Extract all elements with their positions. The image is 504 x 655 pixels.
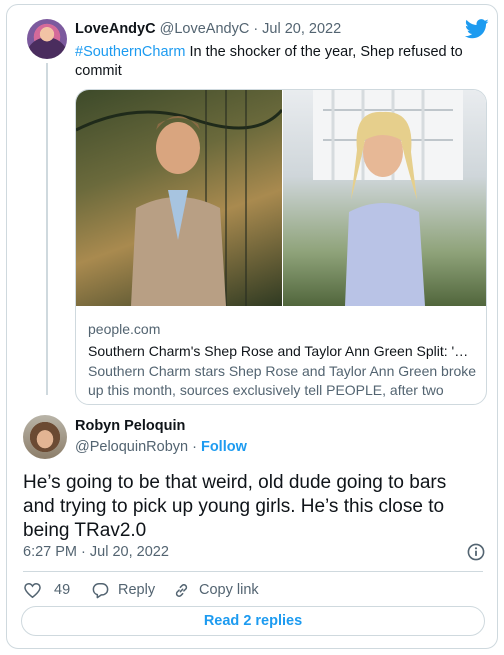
parent-tweet-header: LoveAndyC @LoveAndyC · Jul 20, 2022 xyxy=(75,19,341,39)
thread-line xyxy=(46,63,48,395)
parent-author-handle-date[interactable]: @LoveAndyC · Jul 20, 2022 xyxy=(160,21,342,37)
handle-separator: · xyxy=(188,439,201,455)
speech-bubble-icon xyxy=(92,582,109,598)
tweet-timestamp[interactable]: 6:27 PM · Jul 20, 2022 xyxy=(23,543,169,561)
reply-label: Reply xyxy=(118,582,156,598)
link-title: Southern Charm's Shep Rose and Taylor An… xyxy=(88,343,478,359)
main-author-name[interactable]: Robyn Peloquin xyxy=(75,417,185,436)
like-count: 49 xyxy=(54,582,71,598)
link-icon xyxy=(175,583,188,597)
main-tweet-text: He’s going to be that weird, old dude go… xyxy=(23,472,447,541)
twitter-bird-icon[interactable] xyxy=(465,19,489,39)
photo-right xyxy=(283,90,486,306)
parent-avatar[interactable] xyxy=(27,19,67,59)
link-preview-image xyxy=(76,90,486,306)
photo-left xyxy=(76,90,284,306)
action-divider xyxy=(23,571,483,572)
parent-tweet-text: #SouthernCharm In the shocker of the yea… xyxy=(75,43,485,81)
link-domain: people.com xyxy=(88,321,161,337)
follow-button[interactable]: Follow xyxy=(201,439,247,455)
main-author-handle[interactable]: @PeloquinRobyn xyxy=(75,439,188,455)
heart-icon xyxy=(24,582,41,598)
main-author-handle-row: @PeloquinRobyn · Follow xyxy=(75,438,247,457)
read-replies-button[interactable]: Read 2 replies xyxy=(21,606,485,636)
link-description: Southern Charm stars Shep Rose and Taylo… xyxy=(88,363,477,398)
parent-author-name[interactable]: LoveAndyC xyxy=(75,21,156,37)
like-button[interactable]: 49 xyxy=(23,578,70,602)
embedded-tweet-card: LoveAndyC @LoveAndyC · Jul 20, 2022 #Sou… xyxy=(6,4,498,649)
reply-button[interactable]: Reply xyxy=(91,578,155,602)
copy-link-label: Copy link xyxy=(199,582,259,598)
info-icon[interactable] xyxy=(467,543,485,561)
main-avatar[interactable] xyxy=(23,415,67,459)
copy-link-button[interactable]: Copy link xyxy=(172,578,259,602)
link-preview-card[interactable]: people.com Southern Charm's Shep Rose an… xyxy=(75,89,487,405)
hashtag-link[interactable]: #SouthernCharm xyxy=(75,44,185,60)
